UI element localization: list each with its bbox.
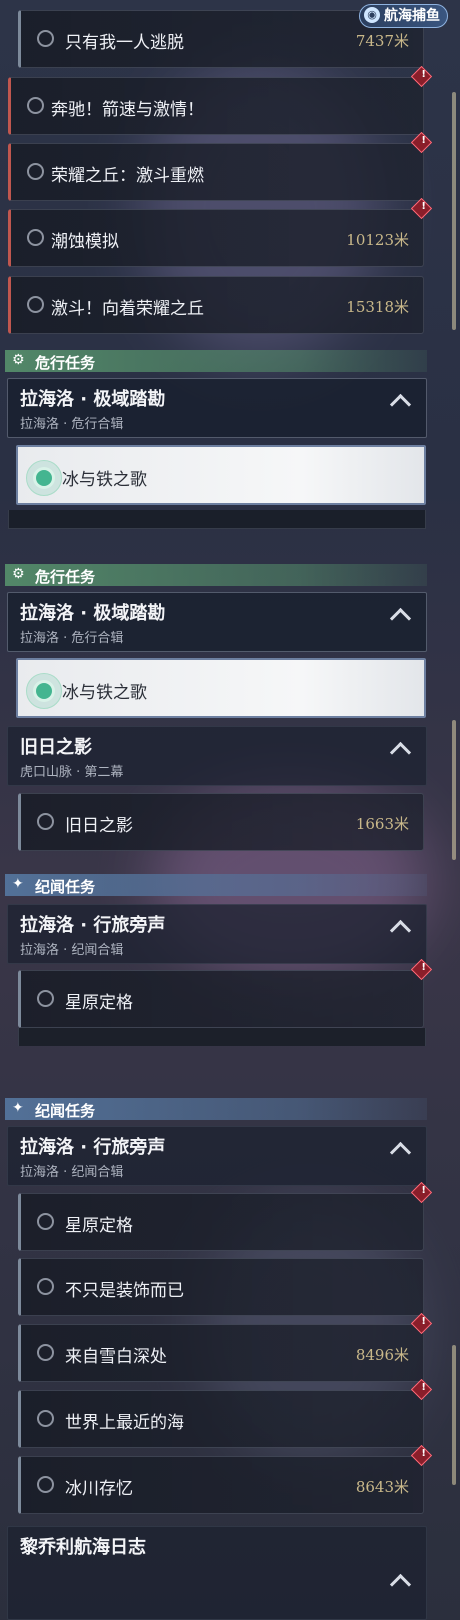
quest-row[interactable]: 激斗！向着荣耀之丘 15318米 xyxy=(8,276,424,334)
quest-distance: 15318米 xyxy=(346,298,409,316)
quest-row[interactable]: 荣耀之丘：激斗重燃 ! xyxy=(8,131,433,201)
status-circle-icon xyxy=(37,990,54,1007)
status-circle-icon xyxy=(37,1213,54,1230)
quest-distance: 8643米 xyxy=(355,1478,409,1496)
chevron-up-icon[interactable] xyxy=(389,919,412,942)
category-header: ✦ 纪闻任务 xyxy=(5,1098,427,1120)
quest-label: 冰川存忆 xyxy=(65,1479,133,1499)
quest-row-partial xyxy=(8,510,426,529)
status-circle-icon xyxy=(37,1344,54,1361)
status-circle-icon xyxy=(37,813,54,830)
scrollbar-thumb[interactable] xyxy=(452,720,456,860)
scrollbar-thumb[interactable] xyxy=(452,92,456,330)
quest-label: 激斗！向着荣耀之丘 xyxy=(51,299,204,319)
category-title: 纪闻任务 xyxy=(35,1102,96,1120)
quest-label: 来自雪白深处 xyxy=(65,1347,167,1367)
quest-label: 潮蚀模拟 xyxy=(51,232,119,252)
gear-icon: ⚙ xyxy=(12,352,25,368)
alert-icon: ! xyxy=(410,1444,433,1467)
selected-quest-row[interactable]: 冰与铁之歌 xyxy=(16,658,426,718)
quest-row[interactable]: 不只是装饰而已 xyxy=(18,1258,424,1316)
status-circle-icon xyxy=(37,30,54,47)
status-circle-icon xyxy=(27,229,44,246)
category-header: ✦ 纪闻任务 xyxy=(5,874,427,896)
group-title: 拉海洛 · 极域踏勘 xyxy=(20,389,166,410)
quest-label: 冰与铁之歌 xyxy=(62,683,147,703)
group-title: 拉海洛 · 极域踏勘 xyxy=(20,603,166,624)
quest-group-header[interactable]: 拉海洛 · 行旅旁声 拉海洛 · 纪闻合辑 xyxy=(7,904,427,964)
fishing-badge[interactable]: ◉ 航海捕鱼 xyxy=(359,4,448,28)
group-subtitle: 拉海洛 · 纪闻合辑 xyxy=(20,943,124,958)
category-title: 纪闻任务 xyxy=(35,878,96,896)
quest-label: 不只是装饰而已 xyxy=(65,1281,184,1301)
quest-label: 荣耀之丘：激斗重燃 xyxy=(51,166,204,186)
group-title: 拉海洛 · 行旅旁声 xyxy=(20,1137,166,1158)
quest-group-header[interactable]: 拉海洛 · 极域踏勘 拉海洛 · 危行合辑 xyxy=(7,378,427,438)
quest-label: 星原定格 xyxy=(65,993,133,1013)
category-title: 危行任务 xyxy=(35,354,96,372)
alert-icon: ! xyxy=(410,65,433,88)
group-subtitle: 虎口山脉 · 第二幕 xyxy=(20,765,124,780)
status-circle-icon xyxy=(37,1410,54,1427)
quest-distance: 8496米 xyxy=(355,1346,409,1364)
quest-row[interactable]: 旧日之影 1663米 xyxy=(18,793,424,851)
quest-row[interactable]: 星原定格 ! xyxy=(18,1181,433,1251)
gear-icon: ⚙ xyxy=(12,566,25,582)
alert-icon: ! xyxy=(410,1312,433,1335)
quest-distance: 10123米 xyxy=(346,231,409,249)
quest-label: 世界上最近的海 xyxy=(65,1413,184,1433)
category-header: ⚙ 危行任务 xyxy=(5,350,427,372)
quest-distance: 7437米 xyxy=(355,32,409,50)
quest-distance: 1663米 xyxy=(355,815,409,833)
tracking-icon xyxy=(26,673,62,709)
quest-row[interactable]: 冰川存忆 8643米 ! xyxy=(18,1444,433,1514)
quest-row-partial xyxy=(18,1028,426,1046)
quest-label: 星原定格 xyxy=(65,1216,133,1236)
category-header: ⚙ 危行任务 xyxy=(5,564,427,586)
quest-label: 冰与铁之歌 xyxy=(62,470,147,490)
fish-icon: ◉ xyxy=(364,7,380,23)
quest-panel-2: ⚙ 危行任务 拉海洛 · 极域踏勘 拉海洛 · 危行合辑 冰与铁之歌 旧日之影 … xyxy=(0,556,460,1046)
quest-label: 只有我一人逃脱 xyxy=(65,33,184,53)
status-circle-icon xyxy=(27,163,44,180)
quest-row[interactable]: 世界上最近的海 ! xyxy=(18,1378,433,1448)
group-subtitle: 拉海洛 · 危行合辑 xyxy=(20,417,124,432)
chevron-up-icon[interactable] xyxy=(389,741,412,764)
alert-icon: ! xyxy=(410,131,433,154)
quest-label: 奔驰！箭速与激情！ xyxy=(51,100,204,120)
status-circle-icon xyxy=(37,1278,54,1295)
status-circle-icon xyxy=(27,97,44,114)
sparkle-icon: ✦ xyxy=(12,1100,24,1116)
tracking-icon xyxy=(26,460,62,496)
chevron-up-icon[interactable] xyxy=(389,607,412,630)
quest-label: 旧日之影 xyxy=(65,816,133,836)
sparkle-icon: ✦ xyxy=(12,876,24,892)
alert-icon: ! xyxy=(410,1378,433,1401)
quest-row[interactable]: 奔驰！箭速与激情！ ! xyxy=(8,65,433,135)
selected-quest-row[interactable]: 冰与铁之歌 xyxy=(16,445,426,505)
chevron-up-icon[interactable] xyxy=(389,393,412,416)
status-circle-icon xyxy=(37,1476,54,1493)
scrollbar-thumb[interactable] xyxy=(452,1345,456,1485)
badge-label: 航海捕鱼 xyxy=(384,8,440,24)
group-title: 拉海洛 · 行旅旁声 xyxy=(20,915,166,936)
quest-group-header[interactable]: 黎乔利航海日志 xyxy=(7,1526,427,1620)
category-title: 危行任务 xyxy=(35,568,96,586)
quest-row[interactable]: 潮蚀模拟 10123米 ! xyxy=(8,197,433,267)
chevron-up-icon[interactable] xyxy=(389,1141,412,1164)
quest-group-header[interactable]: 拉海洛 · 行旅旁声 拉海洛 · 纪闻合辑 xyxy=(7,1126,427,1186)
chevron-up-icon[interactable] xyxy=(389,1573,412,1596)
status-circle-icon xyxy=(27,296,44,313)
quest-panel-1: 只有我一人逃脱 7437米 奔驰！箭速与激情！ ! 荣耀之丘：激斗重燃 ! 潮蚀… xyxy=(0,0,460,535)
quest-row[interactable]: 星原定格 ! xyxy=(18,958,433,1028)
group-title: 旧日之影 xyxy=(20,737,92,758)
quest-group-header[interactable]: 旧日之影 虎口山脉 · 第二幕 xyxy=(7,726,427,786)
group-title: 黎乔利航海日志 xyxy=(20,1537,146,1558)
quest-group-header[interactable]: 拉海洛 · 极域踏勘 拉海洛 · 危行合辑 xyxy=(7,592,427,652)
quest-row[interactable]: 来自雪白深处 8496米 ! xyxy=(18,1312,433,1382)
quest-panel-3: ✦ 纪闻任务 拉海洛 · 行旅旁声 拉海洛 · 纪闻合辑 星原定格 ! 不只是装… xyxy=(0,1090,460,1620)
alert-icon: ! xyxy=(410,197,433,220)
group-subtitle: 拉海洛 · 危行合辑 xyxy=(20,631,124,646)
group-subtitle: 拉海洛 · 纪闻合辑 xyxy=(20,1165,124,1180)
